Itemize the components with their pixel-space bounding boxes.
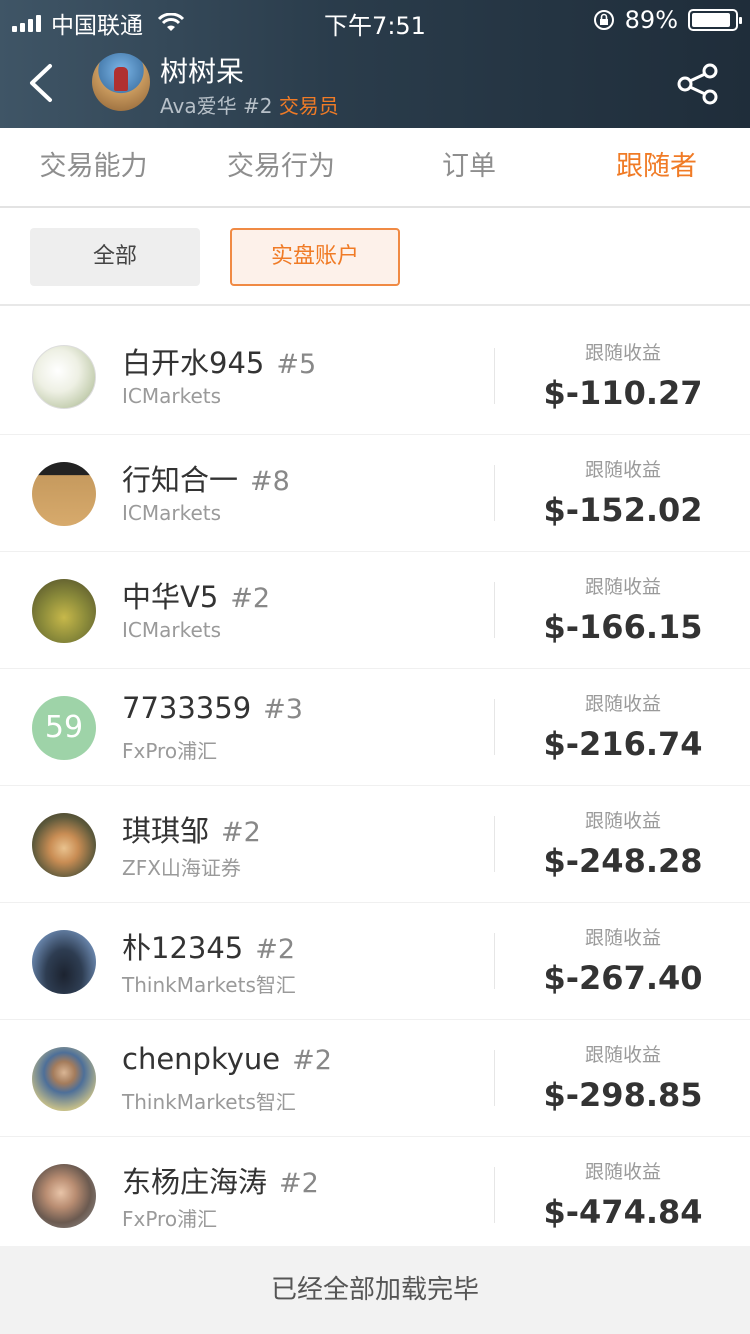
follower-rank: #8: [250, 466, 290, 497]
return-label: 跟随收益: [584, 1161, 661, 1183]
follower-avatar: 59: [32, 696, 96, 760]
follower-avatar: [32, 1047, 96, 1111]
rotation-lock-icon: [593, 10, 614, 30]
app-header: 中国联通 下午7:51 89% 树树呆 Ava爱华 #2 交易员: [0, 0, 750, 128]
battery-percent: 89%: [624, 6, 678, 34]
trader-subtitle: Ava爱华 #2 交易员: [160, 90, 339, 119]
return-label: 跟随收益: [584, 693, 661, 715]
follower-name: chenpkyue: [122, 1042, 281, 1076]
follower-name-line: 7733359 #3: [122, 691, 303, 725]
follower-avatar: [32, 930, 96, 994]
status-bar: 中国联通 下午7:51 89%: [0, 0, 750, 40]
divider: [494, 582, 495, 638]
share-icon[interactable]: [676, 62, 720, 106]
return-value: $-110.27: [543, 374, 703, 412]
return-value: $-298.85: [543, 1076, 703, 1114]
divider: [494, 816, 495, 872]
return-value: $-166.15: [543, 608, 703, 646]
return-label: 跟随收益: [584, 810, 661, 832]
follower-rank: #2: [230, 583, 271, 614]
filter-bar: 全部 实盘账户: [0, 208, 750, 306]
follower-name: 白开水945: [122, 346, 265, 380]
nav-bar: 树树呆 Ava爱华 #2 交易员: [0, 40, 750, 128]
follower-name-line: 朴12345 #2: [122, 925, 295, 967]
follower-name-line: 中华V5 #2: [122, 574, 270, 616]
return-value: $-248.28: [543, 842, 703, 880]
tab-orders[interactable]: 订单: [375, 128, 563, 206]
follower-rank: #2: [255, 934, 296, 965]
trader-rank: #2: [242, 94, 273, 118]
follower-name: 7733359: [122, 691, 252, 725]
follower-row[interactable]: 朴12345 #2 ThinkMarkets智汇 跟随收益 $-267.40: [0, 903, 750, 1020]
back-icon[interactable]: [22, 60, 62, 106]
follower-rank: #5: [276, 349, 317, 380]
follower-name-line: chenpkyue #2: [122, 1042, 332, 1076]
return-label: 跟随收益: [584, 927, 661, 949]
follower-name-line: 行知合一 #8: [122, 457, 290, 499]
follower-name: 东杨庄海涛: [122, 1165, 268, 1199]
follower-rank: #3: [263, 694, 303, 725]
follower-name-line: 白开水945 #5: [122, 340, 316, 382]
filter-live-account-button[interactable]: 实盘账户: [230, 228, 400, 286]
load-complete-footer: 已经全部加载完毕: [0, 1246, 750, 1334]
follower-broker: ThinkMarkets智汇: [122, 973, 296, 997]
filter-all-button[interactable]: 全部: [30, 228, 200, 286]
trader-user: Ava爱华: [160, 94, 237, 118]
follower-list: 白开水945 #5 ICMarkets 跟随收益 $-110.27 行知合一 #8 …: [0, 318, 750, 1254]
follower-name-line: 琪琪邹 #2: [122, 808, 261, 850]
status-right: 89%: [593, 6, 742, 34]
return-label: 跟随收益: [584, 342, 661, 364]
follower-row[interactable]: 琪琪邹 #2 ZFX山海证券 跟随收益 $-248.28: [0, 786, 750, 903]
follower-name: 朴12345: [122, 931, 244, 965]
follower-row[interactable]: 白开水945 #5 ICMarkets 跟随收益 $-110.27: [0, 318, 750, 435]
follower-avatar: [32, 813, 96, 877]
trader-role: 交易员: [278, 94, 339, 118]
follower-avatar: [32, 462, 96, 526]
return-label: 跟随收益: [584, 1044, 661, 1066]
follower-row[interactable]: chenpkyue #2 ThinkMarkets智汇 跟随收益 $-298.85: [0, 1020, 750, 1137]
follower-broker: ICMarkets: [122, 384, 222, 408]
return-label: 跟随收益: [584, 576, 661, 598]
return-value: $-152.02: [543, 491, 703, 529]
follower-row[interactable]: 东杨庄海涛 #2 FxPro浦汇 跟随收益 $-474.84: [0, 1137, 750, 1254]
follower-rank: #2: [292, 1045, 332, 1076]
follower-name: 行知合一: [122, 463, 239, 497]
follower-name-line: 东杨庄海涛 #2: [122, 1159, 319, 1201]
follower-broker: ZFX山海证券: [122, 856, 241, 880]
follower-broker: ICMarkets: [122, 501, 222, 525]
follower-name: 琪琪邹: [122, 814, 210, 848]
divider: [494, 1050, 495, 1106]
follower-avatar: [32, 579, 96, 643]
divider: [494, 348, 495, 404]
tab-trading-ability[interactable]: 交易能力: [0, 128, 187, 206]
follower-avatar: [32, 345, 96, 409]
follower-avatar: [32, 1164, 96, 1228]
return-value: $-216.74: [543, 725, 703, 763]
return-label: 跟随收益: [584, 459, 661, 481]
follower-rank: #2: [221, 817, 261, 848]
return-value: $-267.40: [543, 959, 703, 997]
divider: [494, 933, 495, 989]
follower-broker: FxPro浦汇: [122, 1207, 218, 1231]
trader-avatar[interactable]: [92, 53, 150, 111]
follower-rank: #2: [279, 1168, 319, 1199]
trader-name: 树树呆: [160, 55, 245, 88]
divider: [494, 699, 495, 755]
battery-icon: [688, 9, 742, 31]
tab-followers[interactable]: 跟随者: [563, 128, 750, 206]
return-value: $-474.84: [543, 1193, 703, 1231]
follower-row[interactable]: 59 7733359 #3 FxPro浦汇 跟随收益 $-216.74: [0, 669, 750, 786]
tab-trading-behavior[interactable]: 交易行为: [187, 128, 375, 206]
divider: [494, 465, 495, 521]
follower-name: 中华V5: [122, 580, 219, 614]
follower-broker: ThinkMarkets智汇: [122, 1090, 296, 1114]
follower-broker: FxPro浦汇: [122, 739, 218, 763]
divider: [494, 1167, 495, 1223]
follower-row[interactable]: 行知合一 #8 ICMarkets 跟随收益 $-152.02: [0, 435, 750, 552]
follower-row[interactable]: 中华V5 #2 ICMarkets 跟随收益 $-166.15: [0, 552, 750, 669]
tab-bar: 交易能力 交易行为 订单 跟随者: [0, 128, 750, 208]
follower-broker: ICMarkets: [122, 618, 222, 642]
